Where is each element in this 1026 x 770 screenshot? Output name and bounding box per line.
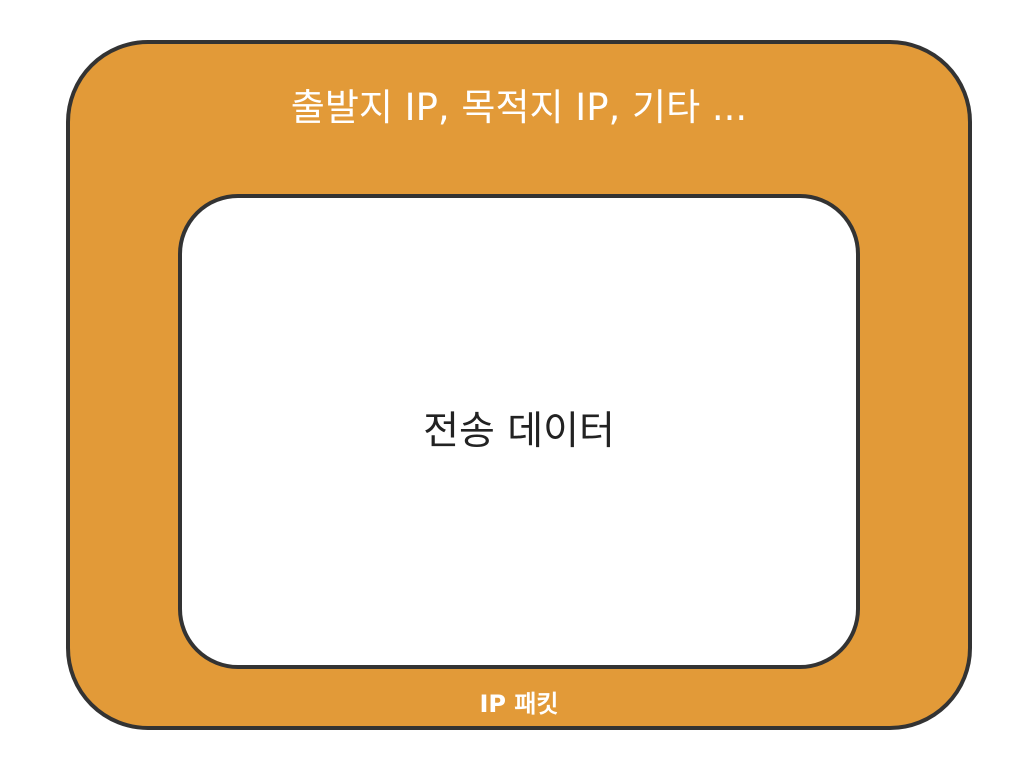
ip-packet-frame: 출발지 IP, 목적지 IP, 기타 ... 전송 데이터 IP 패킷 — [66, 40, 972, 730]
payload-label: 전송 데이터 — [423, 409, 615, 454]
payload-box: 전송 데이터 — [178, 194, 860, 669]
packet-label: IP 패킷 — [479, 690, 559, 718]
packet-header-label: 출발지 IP, 목적지 IP, 기타 ... — [290, 86, 748, 129]
